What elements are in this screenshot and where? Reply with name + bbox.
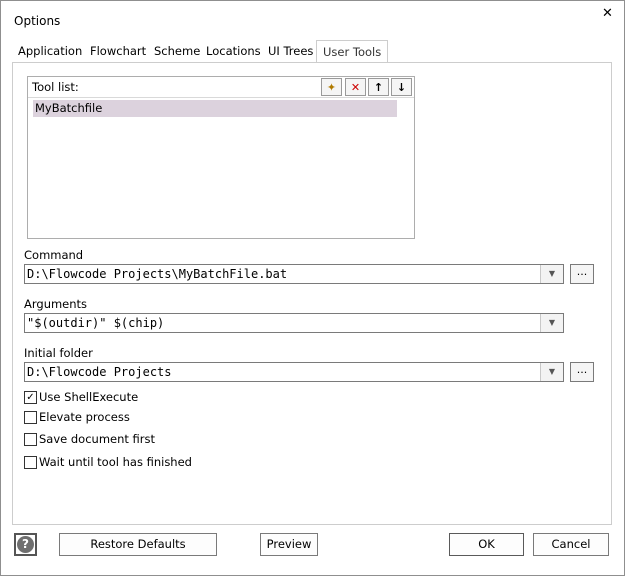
tab-scheme[interactable]: Scheme [154, 44, 200, 58]
chevron-down-icon[interactable]: ▼ [540, 265, 563, 283]
chevron-down-icon[interactable]: ▼ [540, 314, 563, 332]
command-label: Command [24, 248, 84, 262]
command-combo[interactable]: D:\Flowcode Projects\MyBatchFile.bat ▼ [24, 264, 564, 284]
initial-folder-label: Initial folder [24, 346, 93, 360]
tool-list-item[interactable]: MyBatchfile [33, 100, 397, 117]
tool-list-box: Tool list: ✦ ✕ ↑ ↓ MyBatchfile [27, 76, 415, 239]
folder-star-icon: ✦ [326, 81, 337, 94]
chevron-down-icon[interactable]: ▼ [540, 363, 563, 381]
elevate-process-label: Elevate process [39, 410, 130, 424]
tab-flowchart[interactable]: Flowchart [90, 44, 146, 58]
use-shellexecute-checkbox[interactable]: ✓ [24, 391, 37, 404]
close-icon[interactable]: ✕ [602, 6, 613, 21]
tab-user-tools[interactable]: User Tools [316, 40, 389, 62]
preview-button[interactable]: Preview [260, 533, 318, 556]
help-icon: ? [17, 536, 34, 553]
tool-list-header: Tool list: ✦ ✕ ↑ ↓ [28, 77, 414, 98]
elevate-process-checkbox[interactable] [24, 411, 37, 424]
cancel-button[interactable]: Cancel [533, 533, 609, 556]
ok-button[interactable]: OK [449, 533, 524, 556]
arrow-down-icon: ↓ [396, 81, 407, 94]
new-tool-button[interactable]: ✦ [321, 78, 342, 96]
tool-list-label: Tool list: [32, 80, 79, 94]
dialog-title: Options [14, 14, 61, 28]
delete-x-icon: ✕ [350, 81, 361, 94]
tab-locations[interactable]: Locations [206, 44, 261, 58]
save-document-first-checkbox[interactable] [24, 433, 37, 446]
arguments-combo[interactable]: "$(outdir)" $(chip) ▼ [24, 313, 564, 333]
tab-application[interactable]: Application [18, 44, 82, 58]
arrow-up-icon: ↑ [373, 81, 384, 94]
tab-ui-trees[interactable]: UI Trees [268, 44, 313, 58]
use-shellexecute-label: Use ShellExecute [39, 390, 139, 404]
arguments-value: "$(outdir)" $(chip) [27, 316, 165, 330]
save-document-first-label: Save document first [39, 432, 156, 446]
move-down-button[interactable]: ↓ [391, 78, 412, 96]
wait-until-finished-checkbox[interactable] [24, 456, 37, 469]
initial-folder-value: D:\Flowcode Projects [27, 365, 172, 379]
delete-tool-button[interactable]: ✕ [345, 78, 366, 96]
command-value: D:\Flowcode Projects\MyBatchFile.bat [27, 267, 288, 281]
restore-defaults-button[interactable]: Restore Defaults [59, 533, 217, 556]
wait-until-finished-label: Wait until tool has finished [39, 455, 192, 469]
initial-folder-browse-button[interactable]: ... [570, 362, 594, 382]
move-up-button[interactable]: ↑ [368, 78, 389, 96]
initial-folder-combo[interactable]: D:\Flowcode Projects ▼ [24, 362, 564, 382]
help-button[interactable]: ? [14, 533, 37, 556]
command-browse-button[interactable]: ... [570, 264, 594, 284]
arguments-label: Arguments [24, 297, 88, 311]
